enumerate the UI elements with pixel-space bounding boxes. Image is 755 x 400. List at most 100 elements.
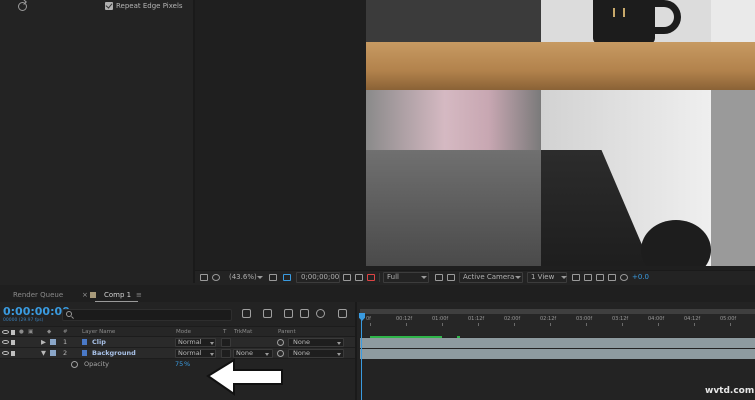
timeline-icon[interactable] <box>596 274 604 281</box>
ruler-label: 02:00f <box>504 316 521 322</box>
pickwhip-icon[interactable] <box>277 339 284 346</box>
label-icon[interactable]: ◆ <box>47 329 51 335</box>
collapse-arrow-icon[interactable]: ▼ <box>41 349 46 357</box>
parent-value[interactable]: None <box>293 349 310 357</box>
reset-icon[interactable] <box>18 2 27 11</box>
chevron-down-icon[interactable] <box>210 353 214 356</box>
resolution-value[interactable]: Full <box>387 273 399 281</box>
trkmat-value[interactable]: None <box>236 349 253 357</box>
label-color-swatch[interactable] <box>50 339 56 345</box>
zoom-value[interactable]: (43.6%) <box>229 273 257 281</box>
color-channels-icon[interactable] <box>367 274 375 281</box>
flowchart-icon[interactable] <box>608 274 616 281</box>
exposure-reset-icon[interactable] <box>620 274 628 281</box>
eye-icon[interactable] <box>2 340 9 344</box>
chevron-down-icon[interactable] <box>210 342 214 345</box>
viewer-timecode[interactable]: 0;00;00;00 <box>301 273 339 281</box>
audio-icon[interactable] <box>11 340 15 345</box>
current-time-display[interactable]: 0:00:00:00 <box>3 305 70 318</box>
views-value[interactable]: 1 View <box>531 273 554 281</box>
solo-icon[interactable]: ● <box>19 329 24 335</box>
footage-icon <box>82 339 87 345</box>
layer-search-input[interactable] <box>62 309 232 321</box>
ruler-label: 02:12f <box>540 316 557 322</box>
chevron-down-icon[interactable] <box>265 353 269 356</box>
annotation-arrow-icon <box>206 358 283 396</box>
camera-icon[interactable] <box>343 274 351 281</box>
motion-blur-icon[interactable] <box>300 309 309 318</box>
repeat-edge-pixels-checkbox[interactable] <box>105 2 113 10</box>
mug-logo <box>613 8 625 17</box>
show-snapshot-icon[interactable] <box>355 274 363 281</box>
preserve-transparency-toggle[interactable] <box>221 338 231 347</box>
clip-track-bar[interactable] <box>360 338 755 348</box>
preserve-transparency-toggle[interactable] <box>221 349 231 358</box>
repeat-edge-pixels-label: Repeat Edge Pixels <box>116 2 183 10</box>
ruler-label: 03:12f <box>612 316 629 322</box>
pickwhip-icon[interactable] <box>277 350 284 357</box>
column-trkmat[interactable]: TrkMat <box>234 329 252 335</box>
ruler-label: 04:00f <box>648 316 665 322</box>
audio-icon[interactable] <box>11 330 15 335</box>
opacity-unit: % <box>184 360 191 368</box>
frame-blending-icon[interactable] <box>284 309 293 318</box>
transparency-grid-icon[interactable] <box>447 274 455 281</box>
viewer-tile-right <box>711 0 755 266</box>
toggle-pixel-aspect-icon[interactable] <box>572 274 580 281</box>
mode-value[interactable]: Normal <box>178 338 202 346</box>
eye-icon[interactable] <box>2 351 9 355</box>
fast-previews-icon[interactable] <box>584 274 592 281</box>
camera-value[interactable]: Active Camera <box>463 273 514 281</box>
ruler-label: 00:12f <box>396 316 413 322</box>
playhead-line[interactable] <box>361 313 362 400</box>
exposure-value[interactable]: +0.0 <box>632 273 649 281</box>
background-track-bar[interactable] <box>360 349 755 359</box>
column-mode[interactable]: Mode <box>176 329 191 335</box>
chevron-down-icon[interactable] <box>515 276 521 279</box>
layer-name[interactable]: Background <box>92 349 136 357</box>
separator <box>379 273 380 282</box>
column-parent[interactable]: Parent <box>278 329 296 335</box>
tab-render-queue[interactable]: Render Queue <box>13 291 63 299</box>
label-color-swatch[interactable] <box>50 350 56 356</box>
shy-layers-icon[interactable] <box>263 309 272 318</box>
stopwatch-icon[interactable] <box>71 361 78 368</box>
mask-visibility-icon[interactable] <box>283 274 291 281</box>
opacity-label: Opacity <box>84 360 110 368</box>
layer-number: 2 <box>63 349 68 357</box>
expand-arrow-icon[interactable]: ▶ <box>41 338 46 346</box>
graph-editor-icon[interactable] <box>316 309 325 318</box>
eye-icon[interactable] <box>2 330 9 334</box>
graph-toggle-icon[interactable] <box>338 309 347 318</box>
audio-icon[interactable] <box>11 351 15 356</box>
ruler-label: 01:00f <box>432 316 449 322</box>
composition-viewer[interactable] <box>366 0 755 266</box>
region-icon[interactable] <box>212 274 220 281</box>
draft-3d-icon[interactable] <box>242 309 251 318</box>
ruler-label: 04:12f <box>684 316 701 322</box>
region-of-interest-icon[interactable] <box>435 274 443 281</box>
chevron-down-icon[interactable] <box>337 342 341 345</box>
always-preview-icon[interactable] <box>200 274 208 281</box>
active-tab-indicator <box>95 301 138 302</box>
opacity-value[interactable]: 75 <box>175 360 183 368</box>
chevron-down-icon[interactable] <box>421 276 427 279</box>
column-t[interactable]: T <box>223 329 226 335</box>
mode-value[interactable]: Normal <box>178 349 202 357</box>
lock-icon[interactable]: ▣ <box>28 329 33 335</box>
panel-menu-icon[interactable]: ≡ <box>136 291 142 299</box>
comp-icon <box>90 292 96 298</box>
close-icon[interactable]: × <box>82 291 88 299</box>
chevron-down-icon[interactable] <box>257 276 263 279</box>
chevron-down-icon[interactable] <box>337 353 341 356</box>
layer-name[interactable]: Clip <box>92 338 106 346</box>
chevron-down-icon[interactable] <box>561 276 567 279</box>
tab-comp-1[interactable]: Comp 1 <box>104 291 131 299</box>
parent-value[interactable]: None <box>293 338 310 346</box>
safe-margins-icon[interactable] <box>269 274 277 281</box>
ruler-label: 01:12f <box>468 316 485 322</box>
watermark: wvtd.com <box>705 386 755 396</box>
search-icon <box>66 311 72 317</box>
viewer-tile-left <box>366 0 541 266</box>
column-layer-name[interactable]: Layer Name <box>82 329 115 335</box>
